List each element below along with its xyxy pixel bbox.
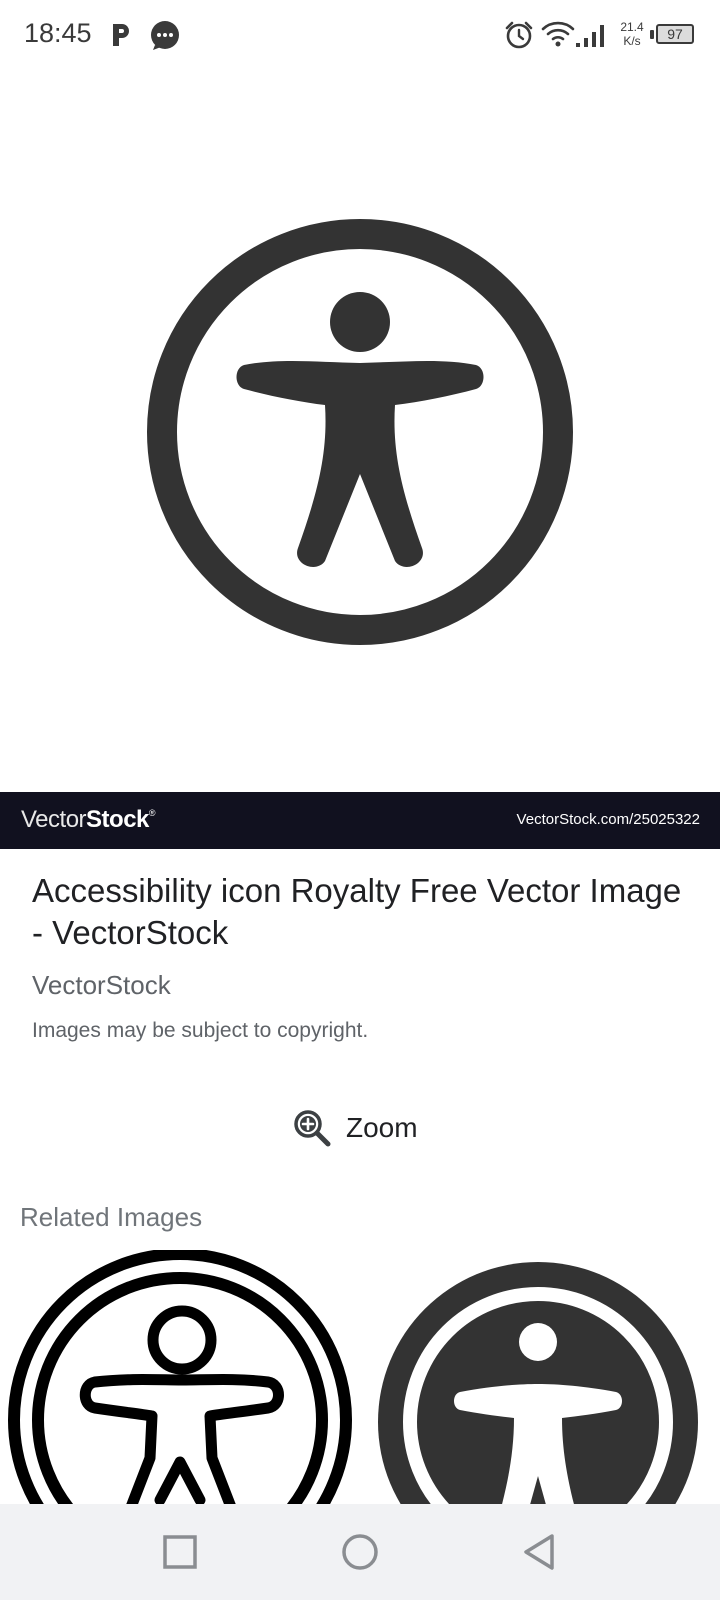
related-image-2[interactable]: [372, 1262, 720, 1504]
copyright-notice: Images may be subject to copyright.: [32, 1019, 369, 1042]
battery-icon: 97: [650, 24, 696, 48]
related-images-heading: Related Images: [20, 1202, 203, 1232]
wifi-icon: [541, 21, 575, 47]
zoom-label: Zoom: [346, 1112, 418, 1143]
accessibility-outline-icon: [8, 1250, 352, 1504]
zoom-button[interactable]: Zoom: [280, 1100, 440, 1156]
watermark-logo-reg: ®: [148, 808, 156, 818]
watermark-image-id: VectorStock.com/25025322: [516, 811, 700, 828]
image-title[interactable]: Accessibility icon Royalty Free Vector I…: [32, 870, 692, 954]
parking-icon: [113, 24, 129, 46]
watermark-logo-bold: Stock: [86, 806, 149, 833]
network-speed-value: 21.4: [620, 20, 644, 34]
message-bubble-icon: [151, 21, 179, 50]
network-speed-unit: K/s: [623, 34, 641, 48]
accessibility-filled-icon: [378, 1262, 698, 1504]
watermark-logo-light: Vector: [21, 806, 87, 833]
recents-button[interactable]: [158, 1530, 202, 1574]
screen: 18:45 21.4 K/s 97 VectorStock® VectorSto…: [0, 0, 720, 1600]
cell-signal-icon: [576, 25, 604, 47]
battery-level: 97: [667, 26, 683, 42]
watermark-logo: VectorStock®: [21, 806, 156, 834]
status-bar: 18:45 21.4 K/s 97: [0, 0, 720, 72]
battery-nub: [650, 30, 654, 39]
navigation-bar: [0, 1504, 720, 1600]
main-image[interactable]: [0, 72, 720, 792]
status-time: 18:45: [24, 18, 92, 48]
home-button[interactable]: [338, 1530, 382, 1574]
related-image-1[interactable]: [0, 1250, 360, 1504]
watermark-strip: VectorStock® VectorStock.com/25025322: [0, 792, 720, 849]
zoom-in-icon: [294, 1110, 331, 1147]
back-button[interactable]: [518, 1530, 562, 1574]
alarm-icon: [505, 21, 533, 49]
accessibility-icon: [147, 219, 573, 645]
network-speed: 21.4 K/s: [615, 20, 649, 48]
image-source[interactable]: VectorStock: [32, 970, 171, 1001]
